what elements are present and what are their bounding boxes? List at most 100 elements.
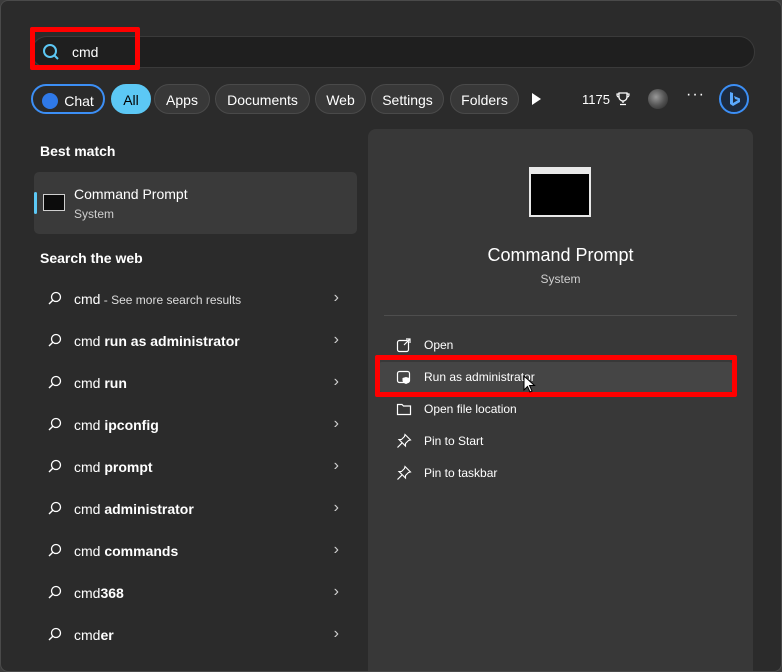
divider — [384, 315, 737, 316]
web-result-text: cmd administrator — [74, 501, 194, 517]
chevron-right-icon: › — [333, 331, 339, 348]
trophy-icon — [615, 92, 630, 106]
search-icon — [48, 291, 62, 305]
pin-to-taskbar-action[interactable]: Pin to taskbar — [378, 458, 733, 488]
detail-subtitle: System — [540, 272, 581, 286]
open-external-icon — [396, 338, 411, 353]
bing-logo-icon — [730, 92, 740, 106]
run-as-administrator-action[interactable]: Run as administrator — [378, 362, 733, 392]
open-file-location-label: Open file location — [424, 402, 517, 416]
search-icon — [48, 375, 62, 389]
web-result-item[interactable]: cmd - See more search results › — [34, 281, 357, 317]
web-result-item[interactable]: cmd run as administrator › — [34, 323, 357, 359]
start-search-panel: cmd Chat All Apps Documents Web Settings… — [0, 0, 782, 672]
tab-apps[interactable]: Apps — [154, 84, 210, 114]
folder-icon — [396, 403, 412, 416]
web-result-text: cmd prompt — [74, 459, 153, 475]
rewards-points-value: 1175 — [582, 92, 610, 107]
bing-icon[interactable] — [719, 84, 749, 114]
run-as-administrator-label: Run as administrator — [424, 370, 535, 384]
tab-settings[interactable]: Settings — [371, 84, 444, 114]
web-result-item[interactable]: cmd administrator › — [34, 491, 357, 527]
search-icon — [48, 501, 62, 515]
tab-documents-label: Documents — [227, 92, 298, 108]
bing-chat-icon — [42, 93, 59, 110]
web-result-bold: ipconfig — [104, 417, 159, 433]
best-match-result[interactable]: Command Prompt System — [34, 172, 357, 234]
tab-all[interactable]: All — [111, 84, 151, 114]
chevron-right-icon: › — [333, 583, 339, 600]
tab-settings-label: Settings — [382, 92, 433, 108]
web-result-text: cmd commands — [74, 543, 178, 559]
search-icon — [48, 417, 62, 431]
command-prompt-icon — [43, 194, 65, 211]
search-icon — [43, 44, 59, 60]
more-options-icon[interactable]: ··· — [686, 86, 705, 104]
mouse-cursor-icon — [523, 375, 536, 393]
pin-to-start-label: Pin to Start — [424, 434, 484, 448]
best-match-subtitle: System — [74, 207, 115, 221]
detail-title: Command Prompt — [487, 245, 634, 265]
detail-pane: Command Prompt System Open Run as admini… — [368, 129, 753, 671]
web-result-item[interactable]: cmd commands › — [34, 533, 357, 569]
search-icon — [48, 459, 62, 473]
tab-documents[interactable]: Documents — [215, 84, 310, 114]
pin-icon — [397, 433, 412, 448]
web-result-bold: er — [100, 627, 114, 643]
search-icon — [48, 627, 62, 641]
chevron-right-icon: › — [333, 499, 339, 516]
tab-folders[interactable]: Folders — [450, 84, 519, 114]
pin-to-taskbar-label: Pin to taskbar — [424, 466, 498, 480]
web-result-prefix: cmd — [74, 291, 101, 307]
tab-all-label: All — [123, 92, 139, 108]
search-icon — [48, 333, 62, 347]
pin-to-start-action[interactable]: Pin to Start — [378, 426, 733, 456]
search-input[interactable]: cmd — [72, 44, 98, 60]
web-result-prefix: cmd — [74, 501, 105, 517]
web-result-prefix: cmd — [74, 543, 105, 559]
web-result-text: cmd run as administrator — [74, 333, 240, 349]
tab-web-label: Web — [326, 92, 355, 108]
more-filters-play-icon[interactable] — [532, 93, 541, 105]
search-icon — [48, 543, 62, 557]
web-result-text: cmd ipconfig — [74, 417, 159, 433]
best-match-title: Command Prompt — [74, 186, 188, 202]
chevron-right-icon: › — [333, 625, 339, 642]
web-result-bold: run — [104, 375, 127, 391]
chevron-right-icon: › — [333, 415, 339, 432]
rewards-points[interactable]: 1175 — [582, 92, 630, 107]
tab-chat-label: Chat — [64, 93, 94, 109]
web-result-item[interactable]: cmd run › — [34, 365, 357, 401]
web-result-prefix: cmd — [74, 333, 105, 349]
tab-chat[interactable]: Chat — [31, 84, 105, 114]
filter-bar: Chat All Apps Documents Web Settings Fol… — [31, 84, 771, 116]
shield-icon — [396, 370, 411, 384]
best-match-heading: Best match — [40, 143, 116, 159]
avatar[interactable] — [648, 89, 668, 109]
tab-web[interactable]: Web — [315, 84, 366, 114]
chevron-right-icon: › — [333, 289, 339, 306]
web-result-bold: administrator — [104, 501, 194, 517]
web-result-text: cmd368 — [74, 585, 124, 601]
web-result-prefix: cmd — [74, 459, 105, 475]
web-result-prefix: cmd — [74, 375, 105, 391]
web-result-item[interactable]: cmd prompt › — [34, 449, 357, 485]
web-result-item[interactable]: cmder › — [34, 617, 357, 653]
chevron-right-icon: › — [333, 373, 339, 390]
web-result-prefix: cmd — [74, 627, 101, 643]
web-result-prefix: cmd — [74, 417, 105, 433]
web-result-item[interactable]: cmd ipconfig › — [34, 407, 357, 443]
command-prompt-large-icon — [529, 167, 591, 217]
open-file-location-action[interactable]: Open file location — [378, 394, 733, 424]
open-label: Open — [424, 338, 454, 352]
search-icon — [48, 585, 62, 599]
web-result-bold: prompt — [104, 459, 153, 475]
tab-apps-label: Apps — [166, 92, 198, 108]
search-box[interactable]: cmd — [31, 36, 755, 68]
tab-folders-label: Folders — [461, 92, 508, 108]
web-result-text: cmd run — [74, 375, 127, 391]
web-result-item[interactable]: cmd368 › — [34, 575, 357, 611]
chevron-right-icon: › — [333, 541, 339, 558]
open-action[interactable]: Open — [378, 330, 733, 360]
web-result-hint: - See more search results — [100, 293, 242, 307]
